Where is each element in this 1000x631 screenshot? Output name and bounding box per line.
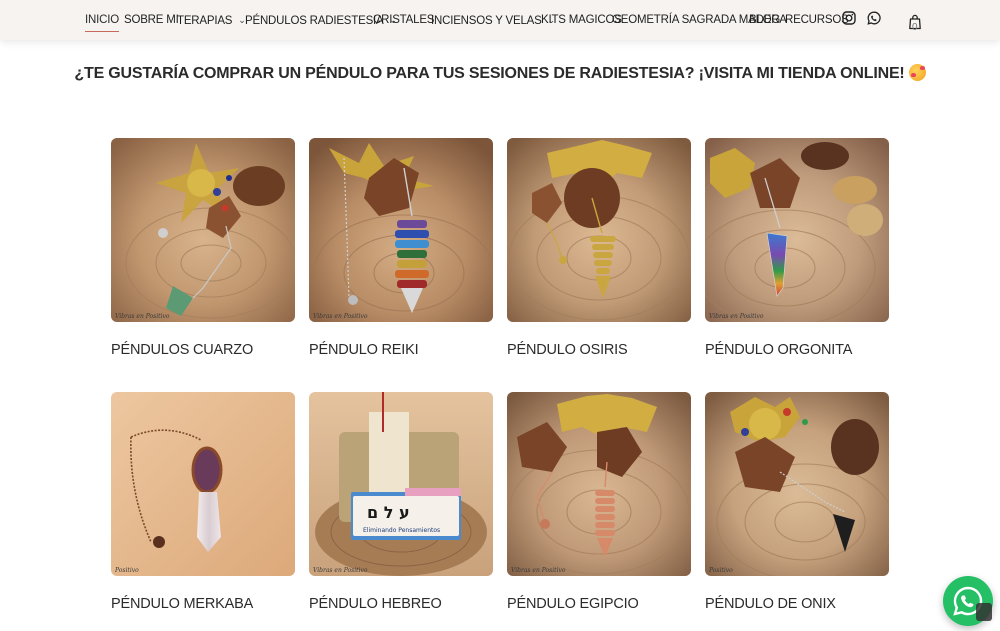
product-card[interactable]: Vibras en Positivo PÉNDULO ORGONITA (705, 138, 889, 358)
product-card[interactable]: ע ל ם Eliminando Pensamientos Vibras en … (309, 392, 493, 612)
nav-item-blog[interactable]: BLOG (749, 12, 780, 28)
product-title[interactable]: PÉNDULO EGIPCIO (507, 596, 639, 612)
cart-count: 0 (912, 22, 918, 33)
svg-text:ע ל ם: ע ל ם (367, 503, 410, 522)
svg-text:Positivo: Positivo (114, 567, 139, 574)
nav-item-terapias[interactable]: TERAPIAS ⌄ (177, 12, 246, 28)
product-title[interactable]: PÉNDULO HEBREO (309, 596, 442, 612)
nav-item-inicio[interactable]: INICIO (85, 12, 119, 32)
nav-item-recursos[interactable]: RECURSOS (785, 12, 849, 28)
promo-heading: ¿TE GUSTARÍA COMPRAR UN PÉNDULO PARA TUS… (0, 64, 1000, 83)
main-navbar: INICIO SOBRE MI TERAPIAS ⌄ PÉNDULOS RADIE… (0, 0, 1000, 40)
product-title[interactable]: PÉNDULO MERKABA (111, 596, 253, 612)
product-image[interactable]: Positivo (111, 392, 295, 576)
svg-text:Vibras en Positivo: Vibras en Positivo (511, 567, 566, 574)
product-title[interactable]: PÉNDULO DE ONIX (705, 596, 836, 612)
product-image[interactable]: Vibras en Positivo (309, 138, 493, 322)
nav-label: INCIENSOS Y VELAS (431, 15, 542, 27)
nav-label: CRISTALES (373, 14, 435, 26)
svg-text:Vibras en Positivo: Vibras en Positivo (709, 313, 764, 320)
nav-item-cristales[interactable]: CRISTALES (373, 12, 434, 28)
product-image[interactable]: ע ל ם Eliminando Pensamientos Vibras en … (309, 392, 493, 576)
smiling-face-hearts-icon (908, 64, 926, 81)
product-title[interactable]: PÉNDULO OSIRIS (507, 342, 628, 358)
product-image[interactable] (507, 138, 691, 322)
product-card[interactable]: PÉNDULO OSIRIS (507, 138, 691, 358)
product-image[interactable]: Vibras en Positivo (705, 138, 889, 322)
product-card[interactable]: Vibras en Positivo PÉNDULO REIKI (309, 138, 493, 358)
nav-label: TERAPIAS (177, 15, 233, 27)
nav-label: PÉNDULOS RADIESTESIA (245, 15, 384, 27)
instagram-icon[interactable] (842, 11, 856, 25)
product-card[interactable]: Vibras en Positivo PÉNDULOS CUARZO (111, 138, 295, 358)
svg-text:Vibras en Positivo: Vibras en Positivo (313, 313, 368, 320)
product-image[interactable]: Positivo (705, 392, 889, 576)
product-card[interactable]: Vibras en Positivo PÉNDULO EGIPCIO (507, 392, 691, 612)
product-title[interactable]: PÉNDULOS CUARZO (111, 342, 253, 358)
svg-text:Eliminando Pensamientos: Eliminando Pensamientos (363, 527, 440, 534)
product-title[interactable]: PÉNDULO REIKI (309, 342, 419, 358)
nav-label: BLOG (749, 14, 781, 26)
product-title[interactable]: PÉNDULO ORGONITA (705, 342, 852, 358)
svg-text:Positivo: Positivo (708, 567, 733, 574)
product-card[interactable]: Positivo PÉNDULO DE ONIX (705, 392, 889, 612)
whatsapp-icon[interactable] (867, 11, 881, 25)
promo-text: ¿TE GUSTARÍA COMPRAR UN PÉNDULO PARA TUS… (74, 65, 905, 82)
product-card[interactable]: Positivo PÉNDULO MERKABA (111, 392, 295, 612)
svg-text:Vibras en Positivo: Vibras en Positivo (313, 567, 368, 574)
nav-item-kits-magicos[interactable]: KITS MAGICOS (541, 12, 622, 28)
product-image[interactable]: Vibras en Positivo (507, 392, 691, 576)
product-image[interactable]: Vibras en Positivo (111, 138, 295, 322)
nav-label: KITS MAGICOS (541, 14, 622, 26)
nav-item-inciensos-velas[interactable]: INCIENSOS Y VELAS ⌄ (431, 12, 555, 28)
nav-label: RECURSOS (785, 14, 849, 26)
svg-text:Vibras en Positivo: Vibras en Positivo (115, 313, 170, 320)
scroll-to-top-button[interactable] (976, 603, 992, 621)
nav-label: SOBRE MI (124, 14, 179, 26)
nav-label: INICIO (85, 14, 119, 26)
nav-item-sobre-mi[interactable]: SOBRE MI (124, 12, 179, 28)
